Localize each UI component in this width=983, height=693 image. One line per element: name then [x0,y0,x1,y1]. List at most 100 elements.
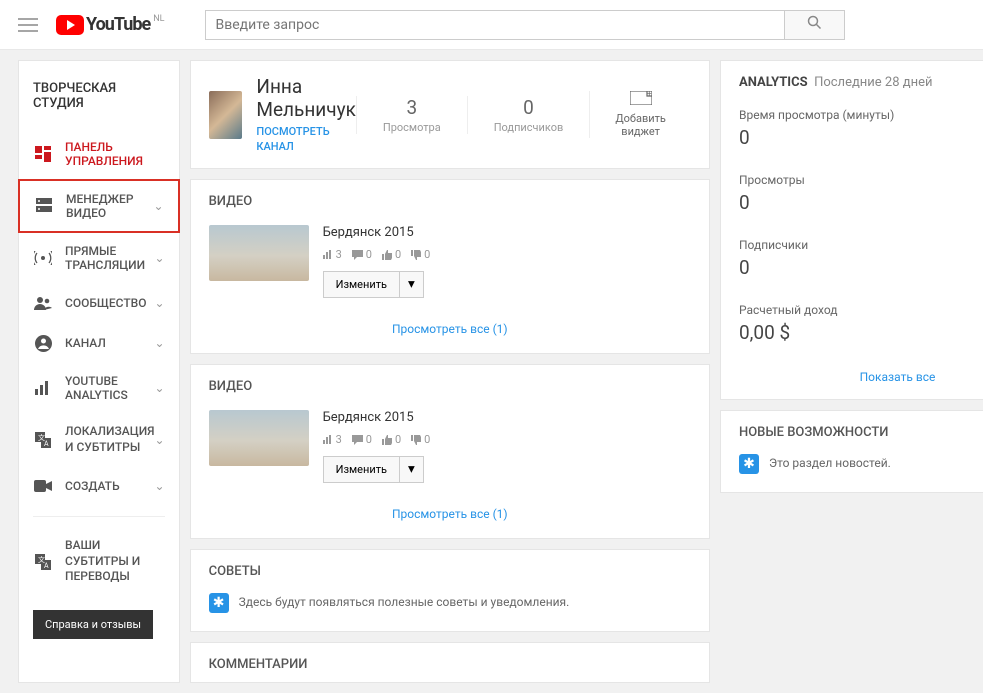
stat-label: Просмотра [383,121,441,134]
video-stats: 3 0 0 0 [323,433,691,446]
views-stat: 3 [323,433,342,446]
search-input[interactable] [205,10,785,40]
dashboard-icon [33,145,53,163]
tips-panel: СОВЕТЫ ✱ Здесь будут появляться полезные… [190,549,710,632]
star-icon: ✱ [209,593,229,613]
community-icon [33,294,53,312]
dislikes-stat: 0 [411,248,430,261]
metric-revenue: Расчетный доход 0,00 $ [721,293,983,358]
create-icon [33,477,53,495]
sidebar-item-subtitles[interactable]: 文A ВАШИ СУБТИТРЫ И ПЕРЕВОДЫ [19,527,179,596]
sidebar-label: ПАНЕЛЬ УПРАВЛЕНИЯ [65,140,165,168]
metric-subscribers: Подписчики 0 [721,228,983,293]
video-stats: 3 0 0 0 [323,248,691,261]
metric-value: 0,00 $ [739,321,983,344]
likes-stat: 0 [382,433,401,446]
sidebar-item-video-manager[interactable]: МЕНЕДЖЕР ВИДЕО ⌄ [18,179,180,233]
chevron-down-icon: ⌄ [155,381,165,395]
sidebar-item-live[interactable]: ПРЯМЫЕ ТРАНСЛЯЦИИ ⌄ [19,233,179,283]
analytics-icon [33,379,53,397]
video-manager-icon [34,197,54,215]
subtitles-icon: 文A [33,553,53,571]
sidebar-label: СООБЩЕСТВО [65,296,155,310]
thumb-down-icon [411,250,421,260]
video-title[interactable]: Бердянск 2015 [323,225,691,240]
chevron-down-icon: ⌄ [155,479,165,493]
view-all-link[interactable]: Просмотреть все (1) [392,322,508,336]
tips-text: Здесь будут появляться полезные советы и… [239,593,570,611]
sidebar: ТВОРЧЕСКАЯ СТУДИЯ ПАНЕЛЬ УПРАВЛЕНИЯ МЕНЕ… [18,60,180,683]
stat-label: Подписчиков [494,121,564,134]
hamburger-icon[interactable] [18,18,38,32]
show-all-link[interactable]: Показать все [860,370,936,384]
thumb-up-icon [382,435,392,445]
panel-title: СОВЕТЫ [191,550,709,589]
metric-label: Просмотры [739,173,983,187]
panel-title: НОВЫЕ ВОЗМОЖНОСТИ [721,411,983,450]
panel-title: КОММЕНТАРИИ [191,643,709,682]
sidebar-item-dashboard[interactable]: ПАНЕЛЬ УПРАВЛЕНИЯ [19,129,179,179]
views-stat: 3 [323,248,342,261]
sidebar-label: ЛОКАЛИЗАЦИЯ И СУБТИТРЫ [65,424,155,455]
add-widget-label: Добавить виджет [608,112,673,138]
sidebar-item-create[interactable]: СОЗДАТЬ ⌄ [19,466,179,506]
sidebar-title: ТВОРЧЕСКАЯ СТУДИЯ [19,75,179,129]
chevron-down-icon: ⌄ [155,251,165,265]
sidebar-item-channel[interactable]: КАНАЛ ⌄ [19,323,179,363]
add-widget-button[interactable]: + Добавить виджет [589,91,691,138]
thumb-up-icon [382,250,392,260]
metric-label: Подписчики [739,238,983,252]
youtube-logo[interactable]: YouTube NL [56,14,165,35]
sidebar-label: ВАШИ СУБТИТРЫ И ПЕРЕВОДЫ [65,538,165,585]
analytics-title-strong: ANALYTICS [739,75,808,90]
svg-text:+: + [647,91,652,98]
dislikes-stat: 0 [411,433,430,446]
metric-label: Время просмотра (минуты) [739,108,983,122]
top-header: YouTube NL [0,0,983,50]
analytics-title-sub: Последние 28 дней [814,75,932,90]
channel-avatar[interactable] [209,91,243,139]
search-button[interactable] [785,10,845,40]
sidebar-item-community[interactable]: СООБЩЕСТВО ⌄ [19,283,179,323]
svg-text:A: A [44,440,49,448]
sidebar-item-analytics[interactable]: YOUTUBE ANALYTICS ⌄ [19,363,179,413]
chevron-down-icon: ⌄ [155,296,165,310]
video-thumbnail[interactable] [209,225,309,281]
news-text: Это раздел новостей. [769,454,891,472]
metric-value: 0 [739,256,983,279]
channel-name: Инна Мельничук [256,75,355,121]
stat-number: 3 [383,96,441,119]
comment-icon [352,435,363,445]
comments-stat: 0 [352,248,372,261]
edit-button[interactable]: Изменить [323,271,400,298]
sidebar-label: СОЗДАТЬ [65,479,155,493]
likes-stat: 0 [382,248,401,261]
view-channel-link[interactable]: ПОСМОТРЕТЬ КАНАЛ [256,125,329,153]
panel-title: ВИДЕО [191,180,709,219]
news-panel: НОВЫЕ ВОЗМОЖНОСТИ ✱ Это раздел новостей. [720,410,983,493]
chevron-down-icon: ⌄ [155,336,165,350]
metric-value: 0 [739,191,983,214]
metric-value: 0 [739,126,983,149]
youtube-play-icon [56,15,84,35]
bars-icon [323,250,333,259]
stat-views: 3 Просмотра [356,96,467,134]
video-thumbnail[interactable] [209,410,309,466]
logo-text: YouTube [86,14,150,35]
metric-watch-time: Время просмотра (минуты) 0 [721,98,983,163]
translate-icon: 文A [33,431,53,449]
edit-dropdown[interactable]: ▾ [400,271,424,298]
edit-dropdown[interactable]: ▾ [400,456,424,483]
stat-subscribers: 0 Подписчиков [467,96,590,134]
feedback-button[interactable]: Справка и отзывы [33,610,153,639]
chevron-down-icon: ⌄ [155,433,165,447]
edit-button[interactable]: Изменить [323,456,400,483]
comment-icon [352,250,363,260]
view-all-link[interactable]: Просмотреть все (1) [392,507,508,521]
sidebar-item-localization[interactable]: 文A ЛОКАЛИЗАЦИЯ И СУБТИТРЫ ⌄ [19,413,179,466]
comments-panel: КОММЕНТАРИИ [190,642,710,683]
video-title[interactable]: Бердянск 2015 [323,410,691,425]
sidebar-label: ПРЯМЫЕ ТРАНСЛЯЦИИ [65,244,155,272]
sidebar-label: КАНАЛ [65,336,155,350]
analytics-panel: ANALYTICS Последние 28 дней Время просмо… [720,60,983,400]
